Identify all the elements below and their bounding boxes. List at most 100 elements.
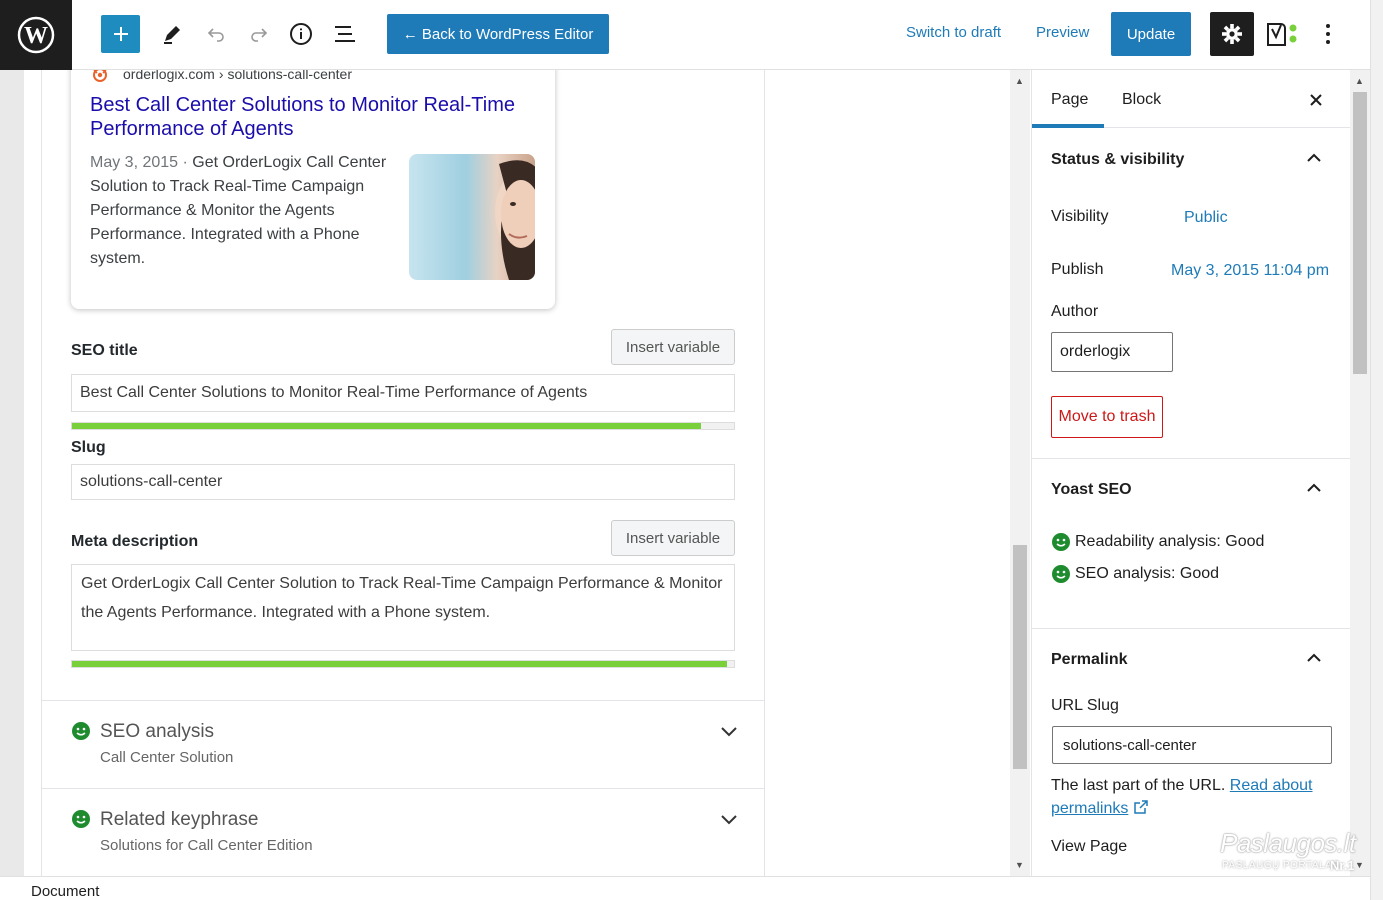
block-breadcrumb-bar: Document [0,876,1370,900]
good-score-smiley-icon [1052,565,1070,583]
details-button[interactable] [285,17,317,51]
plus-icon [113,27,128,41]
scroll-up-arrow-icon[interactable]: ▲ [1355,76,1364,86]
meta-description-insert-variable-button[interactable]: Insert variable [611,520,735,556]
back-to-editor-button[interactable]: ← Back to WordPress Editor [387,14,609,54]
yoast-icon [1267,23,1297,46]
more-vertical-icon [1326,24,1330,44]
snippet-date: May 3, 2015 [90,154,179,171]
site-favicon-icon [93,70,107,82]
status-visibility-heading[interactable]: Status & visibility [1051,151,1184,169]
meta-description-textarea[interactable]: Get OrderLogix Call Center Solution to T… [71,564,735,651]
settings-gear-icon [1222,24,1242,44]
yoast-seo-heading[interactable]: Yoast SEO [1051,481,1132,499]
watermark-subtext: PASLAUGŲ PORTALAS [1222,860,1340,871]
readability-result: Readability analysis: Good [1051,532,1264,552]
watermark-number: Nr.1 [1330,858,1355,873]
close-sidebar-button[interactable] [1304,88,1328,112]
url-slug-label: URL Slug [1051,697,1119,714]
options-button[interactable] [1316,17,1340,51]
publish-date-toggle[interactable]: May 3, 2015 11:04 pm [1171,262,1329,280]
seo-title-insert-variable-button[interactable]: Insert variable [611,329,735,365]
page-scrollbar[interactable] [1370,0,1383,900]
snippet-url: orderlogix.com › solutions-call-center [123,70,352,82]
wordpress-logo[interactable]: W [0,0,72,70]
update-button[interactable]: Update [1111,12,1191,56]
good-score-smiley-icon [72,722,90,740]
chevron-up-icon[interactable] [1306,482,1322,494]
meta-description-progress-fill [72,661,728,667]
author-select[interactable]: orderlogix [1051,332,1173,372]
seo-title-progress-fill [72,423,701,429]
yoast-button[interactable] [1263,16,1303,52]
sidebar-tabs: Page Block [1032,70,1350,128]
redo-button[interactable] [243,17,275,51]
editor-scrollbar[interactable]: ▲ ▼ [1010,70,1030,876]
good-score-smiley-icon [1052,533,1070,551]
permalink-heading[interactable]: Permalink [1051,651,1127,669]
visibility-toggle[interactable]: Public [1184,209,1228,227]
external-link-icon [1134,800,1148,814]
sidebar-scrollbar-thumb[interactable] [1353,92,1367,374]
wordpress-icon: W [17,16,55,54]
settings-button[interactable] [1210,12,1254,56]
scroll-up-arrow-icon[interactable]: ▲ [1015,76,1024,86]
watermark-text: Paslaugos.lt [1220,828,1356,858]
tab-page[interactable]: Page [1051,91,1088,109]
good-score-smiley-icon [72,810,90,828]
switch-to-draft-button[interactable]: Switch to draft [906,24,1001,41]
tab-block[interactable]: Block [1122,91,1161,109]
editor-canvas: orderlogix.com › solutions-call-center B… [24,70,986,876]
author-label: Author [1051,303,1099,320]
settings-sidebar: Page Block Status & visibility Visibilit… [1031,70,1350,876]
snippet-domain: orderlogix.com [123,70,215,82]
readability-text: Readability analysis: Good [1075,533,1265,550]
pencil-icon [164,26,180,44]
editor-toolbar: W ← Back to WordPress Editor Switch to d… [0,0,1370,70]
related-keyphrase-title: Related keyphrase [100,809,259,830]
meta-description-length-progress [71,660,735,668]
snippet-separator: › [218,70,224,82]
seo-analysis-section[interactable]: SEO analysis Call Center Solution [42,700,764,788]
watermark: Paslaugos.lt PASLAUGŲ PORTALAS Nr.1 [1218,828,1368,878]
add-block-button[interactable] [101,15,140,53]
chevron-up-icon[interactable] [1306,152,1322,164]
seo-analysis-keyphrase: Call Center Solution [100,749,234,766]
info-icon [290,23,312,45]
related-keyphrase-section[interactable]: Related keyphrase Solutions for Call Cen… [42,788,764,876]
active-tab-indicator [1032,124,1104,128]
scroll-down-arrow-icon[interactable]: ▼ [1015,860,1024,870]
yoast-metabox: orderlogix.com › solutions-call-center B… [41,70,765,876]
seo-title-input[interactable]: Best Call Center Solutions to Monitor Re… [71,374,735,412]
url-slug-input[interactable]: solutions-call-center [1052,726,1332,764]
seo-analysis-result: SEO analysis: Good [1051,564,1219,584]
visibility-label: Visibility [1051,208,1109,225]
close-icon [1310,94,1322,106]
preview-button[interactable]: Preview [1036,24,1089,41]
seo-analysis-text: SEO analysis: Good [1075,565,1220,582]
editor-gutter [0,70,24,876]
editor-scrollbar-thumb[interactable] [1013,545,1027,769]
redo-icon [251,28,268,42]
permalink-help-text: The last part of the URL. [1051,777,1226,794]
slug-label: Slug [71,439,106,456]
list-view-button[interactable] [329,17,361,51]
panel-divider [1032,458,1350,459]
panel-divider [1032,628,1350,629]
move-to-trash-button[interactable]: Move to trash [1051,396,1163,438]
woman-portrait-image [495,160,535,280]
chevron-down-icon [721,727,737,737]
svg-text:W: W [24,23,48,49]
snippet-title: Best Call Center Solutions to Monitor Re… [90,94,515,140]
undo-button[interactable] [200,17,232,51]
sidebar-scrollbar[interactable]: ▲ ▼ [1350,70,1370,876]
slug-input[interactable]: solutions-call-center [71,464,735,500]
publish-label: Publish [1051,261,1104,278]
snippet-path: solutions-call-center [227,70,353,82]
snippet-date-separator: · [178,154,193,171]
meta-description-label: Meta description [71,533,199,550]
chevron-up-icon[interactable] [1306,652,1322,664]
breadcrumb-document[interactable]: Document [31,883,99,900]
tools-button[interactable] [156,17,188,51]
chevron-down-icon [721,815,737,825]
